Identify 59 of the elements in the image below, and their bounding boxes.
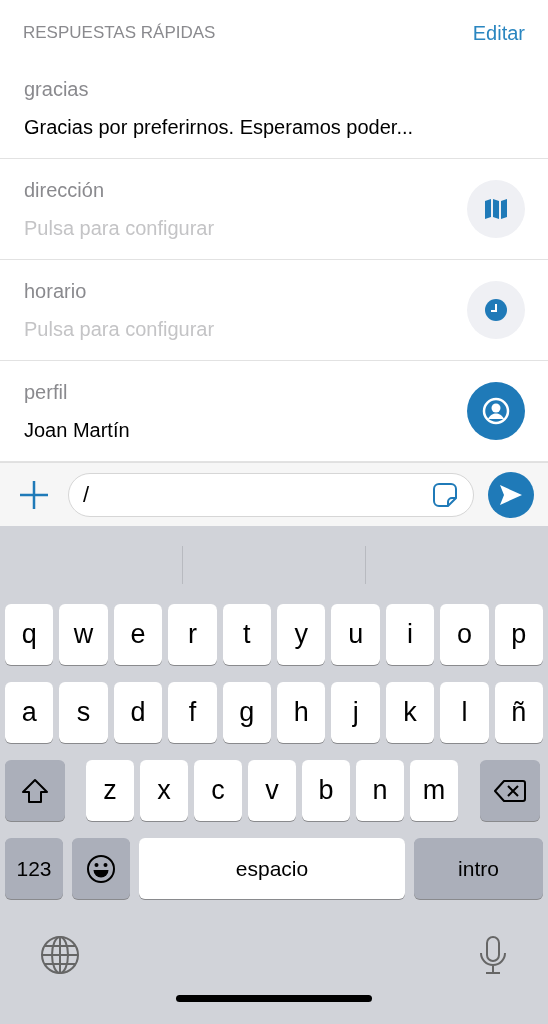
letter-key[interactable]: v (248, 760, 296, 821)
reply-label: horario (24, 279, 88, 304)
letter-key[interactable]: b (302, 760, 350, 821)
letter-key[interactable]: t (222, 604, 272, 665)
space-key[interactable]: espacio (139, 838, 405, 899)
letter-key[interactable]: e (113, 604, 163, 665)
letter-key[interactable]: j (331, 682, 380, 743)
message-field[interactable]: / (68, 472, 474, 517)
return-key[interactable]: intro (414, 838, 543, 899)
shift-key[interactable] (5, 760, 65, 821)
letter-key[interactable]: u (331, 604, 380, 665)
emoji-key[interactable] (72, 838, 130, 899)
letter-key[interactable]: m (410, 760, 458, 821)
letter-key[interactable]: l (440, 682, 489, 743)
emoji-icon (86, 853, 116, 884)
reply-text: Gracias por preferirnos. Esperamos poder... (24, 115, 414, 140)
section-title: RESPUESTAS RÁPIDAS (23, 22, 216, 45)
letter-key[interactable]: k (385, 682, 435, 743)
reply-icon-button[interactable] (467, 382, 525, 440)
reply-text: Pulsa para configurar (24, 216, 215, 241)
letter-key[interactable]: y (277, 604, 326, 665)
globe-button[interactable] (40, 935, 80, 975)
reply-text: Pulsa para configurar (24, 317, 215, 342)
backspace-key[interactable] (480, 760, 540, 821)
letter-key[interactable]: f (168, 682, 217, 743)
sticker-icon (432, 481, 458, 508)
map-icon (484, 198, 508, 220)
reply-label: gracias (24, 77, 90, 102)
numbers-key[interactable]: 123 (5, 838, 63, 899)
letter-key[interactable]: r (168, 604, 217, 665)
letter-key[interactable]: w (59, 604, 108, 665)
letter-key[interactable]: x (140, 760, 188, 821)
letter-key[interactable]: g (222, 682, 272, 743)
letter-key[interactable]: h (277, 682, 326, 743)
send-icon (499, 483, 523, 506)
reply-label: dirección (24, 178, 106, 203)
letter-key[interactable]: s (59, 682, 108, 743)
letter-key[interactable]: z (86, 760, 134, 821)
clock-icon (485, 299, 507, 321)
letter-key[interactable]: p (494, 604, 544, 665)
backspace-icon (493, 778, 527, 803)
letter-key[interactable]: a (5, 682, 54, 743)
reply-label: perfil (24, 380, 69, 405)
profile-icon (482, 397, 510, 425)
microphone-button[interactable] (478, 935, 508, 975)
shift-icon (21, 777, 49, 804)
letter-key[interactable]: o (440, 604, 489, 665)
globe-icon (40, 935, 80, 975)
reply-text: Joan Martín (24, 418, 130, 443)
send-button[interactable] (488, 471, 534, 518)
microphone-icon (478, 935, 508, 975)
letter-key[interactable]: n (356, 760, 404, 821)
letter-key[interactable]: c (194, 760, 242, 821)
edit-link[interactable]: Editar (472, 18, 525, 48)
letter-key[interactable]: i (385, 604, 435, 665)
letter-key[interactable]: ñ (494, 682, 544, 743)
plus-icon (19, 479, 49, 510)
letter-key[interactable]: q (5, 604, 54, 665)
letter-key[interactable]: d (113, 682, 163, 743)
